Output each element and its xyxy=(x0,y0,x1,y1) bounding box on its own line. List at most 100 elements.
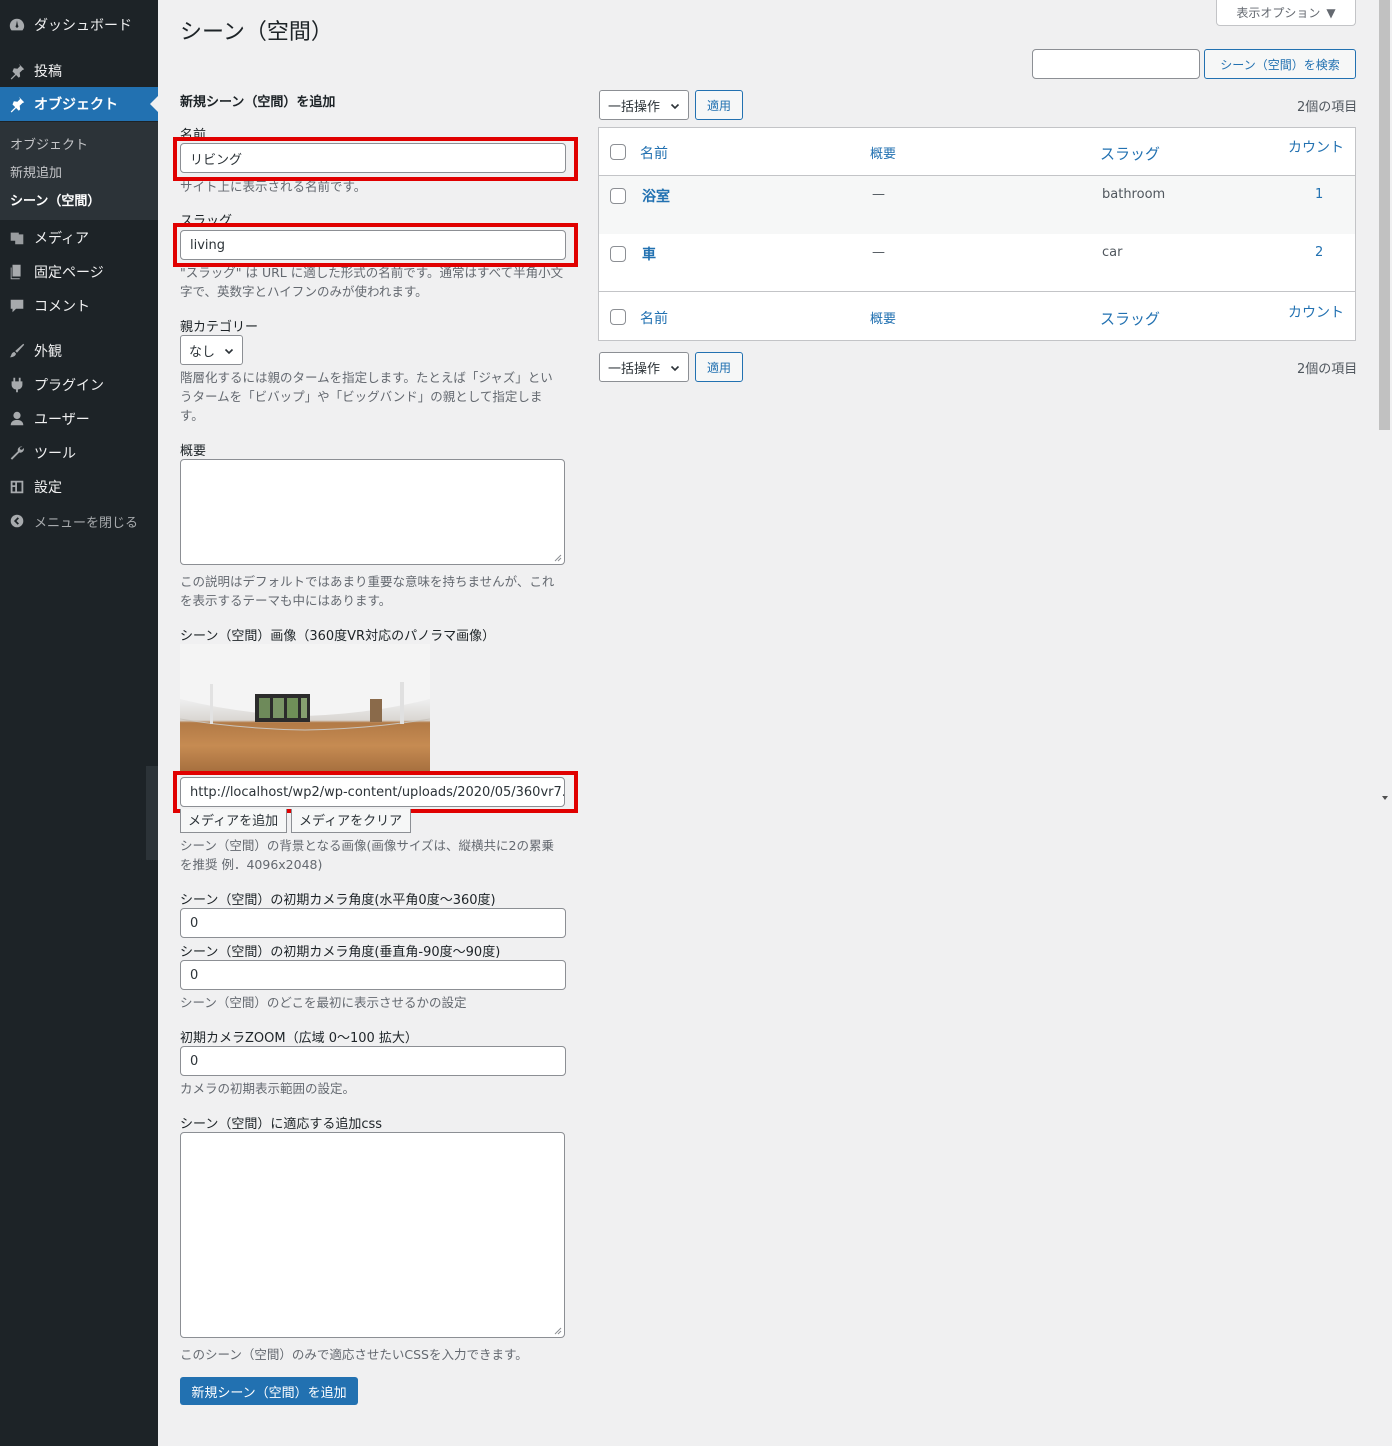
column-header-description[interactable]: 概要 xyxy=(870,143,896,162)
name-input[interactable]: リビング xyxy=(180,143,566,173)
description-help: この説明はデフォルトではあまり重要な意味を持ちませんが、これを表示するテーマも中… xyxy=(180,574,555,608)
pin-icon xyxy=(0,95,34,113)
parent-description: 階層化するには親のタームを指定します。たとえば「ジャズ」というタームを「ビバップ… xyxy=(180,370,553,423)
sidebar-item-users[interactable]: ユーザー xyxy=(0,402,158,436)
collapse-arrow-icon xyxy=(0,512,34,530)
media-icon xyxy=(0,229,34,247)
page-icon xyxy=(0,263,34,281)
clear-media-button[interactable]: メディアをクリア xyxy=(291,809,411,833)
add-new-scene-button[interactable]: 新規シーン（空間）を追加 xyxy=(180,1377,358,1405)
scroll-down-arrow-icon[interactable] xyxy=(1380,793,1390,803)
row-count-link[interactable]: 2 xyxy=(1315,245,1323,260)
sidebar-item-posts[interactable]: 投稿 xyxy=(0,54,158,88)
scrollbar-thumb[interactable] xyxy=(1379,0,1390,430)
apply-button-bottom[interactable]: 適用 xyxy=(695,352,743,382)
chevron-down-icon xyxy=(670,100,680,110)
css-label: シーン（空間）に適応する追加css xyxy=(180,1117,383,1132)
column-header-slug[interactable]: スラッグ xyxy=(1100,143,1160,164)
table-row: 車 — car 2 xyxy=(599,234,1355,292)
dashboard-icon xyxy=(0,16,34,34)
chevron-down-icon xyxy=(224,345,234,355)
table-footer-row: 名前 概要 スラッグ カウント xyxy=(599,293,1355,341)
screen-options-button[interactable]: 表示オプション ▼ xyxy=(1216,0,1356,26)
sidebar-item-comments[interactable]: コメント xyxy=(0,289,158,323)
description-textarea[interactable] xyxy=(180,459,565,565)
select-all-checkbox-footer[interactable] xyxy=(610,309,626,325)
submenu-item-scenes[interactable]: シーン（空間） xyxy=(10,190,100,209)
image-url-input[interactable]: http://localhost/wp2/wp-content/uploads/… xyxy=(180,777,565,807)
select-all-checkbox[interactable] xyxy=(610,144,626,160)
row-description: — xyxy=(872,245,885,260)
resize-grip-icon[interactable] xyxy=(554,1327,562,1335)
slug-description: "スラッグ" は URL に適した形式の名前です。通常はすべて半角小文字で、英数… xyxy=(180,265,564,299)
row-checkbox[interactable] xyxy=(610,188,626,204)
row-slug: bathroom xyxy=(1102,187,1166,202)
v-angle-input[interactable]: 0 xyxy=(180,960,566,990)
sidebar-item-dashboard[interactable]: ダッシュボード xyxy=(0,8,158,42)
sidebar-item-appearance[interactable]: 外観 xyxy=(0,334,158,368)
sidebar-item-plugins[interactable]: プラグイン xyxy=(0,368,158,402)
parent-select[interactable]: なし xyxy=(180,335,243,365)
sidebar-edge-shadow xyxy=(146,766,158,860)
zoom-input[interactable]: 0 xyxy=(180,1046,566,1076)
search-input[interactable] xyxy=(1032,49,1200,79)
slug-input[interactable]: living xyxy=(180,230,566,260)
sidebar-item-media[interactable]: メディア xyxy=(0,221,158,255)
search-button[interactable]: シーン（空間）を検索 xyxy=(1204,49,1356,79)
image-label: シーン（空間）画像（360度VR対応のパノラマ画像） xyxy=(180,629,496,644)
zoom-label: 初期カメラZOOM（広域 0～100 拡大） xyxy=(180,1031,418,1046)
resize-grip-icon[interactable] xyxy=(554,554,562,562)
row-name-link[interactable]: 車 xyxy=(642,244,656,264)
row-name-link[interactable]: 浴室 xyxy=(642,186,670,206)
caret-down-icon: ▼ xyxy=(1326,5,1336,20)
submenu-item-add-new[interactable]: 新規追加 xyxy=(10,162,62,181)
bulk-action-select-bottom[interactable]: 一括操作 xyxy=(599,352,689,382)
column-header-name[interactable]: 名前 xyxy=(640,143,668,163)
name-description: サイト上に表示される名前です。 xyxy=(180,179,367,194)
name-label: 名前 xyxy=(180,128,207,143)
css-description: このシーン（空間）のみで適応させたいCSSを入力できます。 xyxy=(180,1347,528,1362)
panorama-preview-image xyxy=(180,644,430,771)
settings-icon xyxy=(0,478,34,496)
objects-submenu: オブジェクト 新規追加 シーン（空間） xyxy=(0,122,158,220)
row-description: — xyxy=(872,187,885,202)
page-title: シーン（空間） xyxy=(180,20,333,45)
wrench-icon xyxy=(0,444,34,462)
column-footer-description[interactable]: 概要 xyxy=(870,308,896,327)
column-footer-slug[interactable]: スラッグ xyxy=(1100,308,1160,329)
h-angle-label: シーン（空間）の初期カメラ角度(水平角0度～360度) xyxy=(180,893,496,908)
h-angle-input[interactable]: 0 xyxy=(180,908,566,938)
column-header-count[interactable]: カウント xyxy=(1288,137,1344,157)
terms-table: 名前 概要 スラッグ カウント 浴室 — bathroom 1 車 — car … xyxy=(598,127,1356,341)
column-footer-name[interactable]: 名前 xyxy=(640,308,668,328)
user-icon xyxy=(0,410,34,428)
add-media-button[interactable]: メディアを追加 xyxy=(180,809,287,833)
row-slug: car xyxy=(1102,245,1123,260)
table-row: 浴室 — bathroom 1 xyxy=(599,176,1355,234)
description-label: 概要 xyxy=(180,444,207,459)
v-angle-label: シーン（空間）の初期カメラ角度(垂直角-90度～90度) xyxy=(180,945,501,960)
bulk-action-select-top[interactable]: 一括操作 xyxy=(599,90,689,120)
plugin-icon xyxy=(0,376,34,394)
sidebar-item-settings[interactable]: 設定 xyxy=(0,470,158,504)
sidebar-item-objects[interactable]: オブジェクト xyxy=(0,87,158,121)
row-count-link[interactable]: 1 xyxy=(1315,187,1323,202)
collapse-menu-button[interactable]: メニューを閉じる xyxy=(0,504,158,538)
table-header-row: 名前 概要 スラッグ カウント xyxy=(599,128,1355,176)
submenu-item-objects[interactable]: オブジェクト xyxy=(10,134,88,153)
comment-icon xyxy=(0,297,34,315)
angle-description: シーン（空間）のどこを最初に表示させるかの設定 xyxy=(180,995,467,1010)
apply-button-top[interactable]: 適用 xyxy=(695,90,743,120)
add-form-heading: 新規シーン（空間）を追加 xyxy=(180,95,336,110)
sidebar-item-tools[interactable]: ツール xyxy=(0,436,158,470)
brush-icon xyxy=(0,342,34,360)
row-checkbox[interactable] xyxy=(610,246,626,262)
column-footer-count[interactable]: カウント xyxy=(1288,302,1344,322)
parent-label: 親カテゴリー xyxy=(180,320,259,335)
slug-label: スラッグ xyxy=(180,214,233,229)
sidebar-item-pages[interactable]: 固定ページ xyxy=(0,255,158,289)
image-description: シーン（空間）の背景となる画像(画像サイズは、縦横共に2の累乗を推奨 例．409… xyxy=(180,838,554,872)
css-textarea[interactable] xyxy=(180,1132,565,1338)
zoom-description: カメラの初期表示範囲の設定。 xyxy=(180,1081,356,1096)
chevron-down-icon xyxy=(670,362,680,372)
